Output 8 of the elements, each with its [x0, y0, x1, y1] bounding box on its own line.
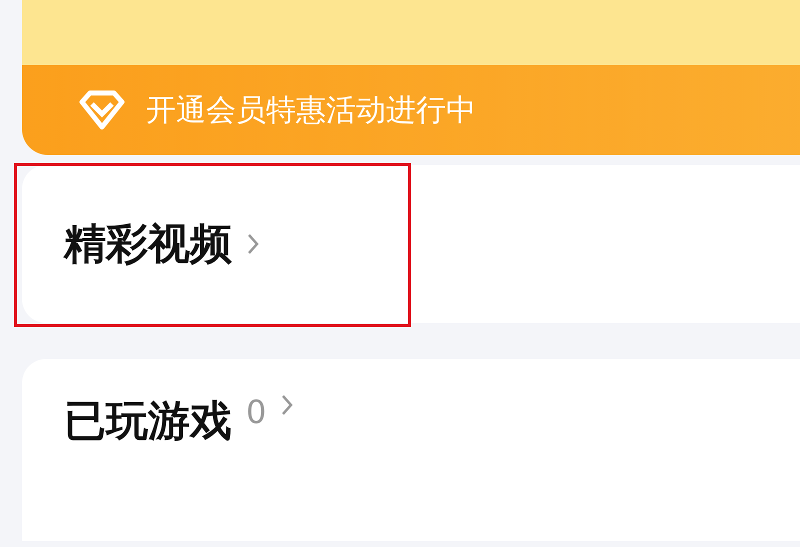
section-card[interactable]: 已玩游戏 0: [22, 359, 800, 541]
promo-text: 开通会员特惠活动进行中: [146, 92, 476, 130]
chevron-right-icon: [246, 232, 260, 256]
chevron-right-icon: [280, 393, 294, 417]
count-label: 0: [246, 393, 266, 431]
section-title: 精彩视频: [64, 218, 232, 270]
section-title: 已玩游戏: [64, 395, 232, 447]
diamond-icon: [78, 90, 126, 130]
